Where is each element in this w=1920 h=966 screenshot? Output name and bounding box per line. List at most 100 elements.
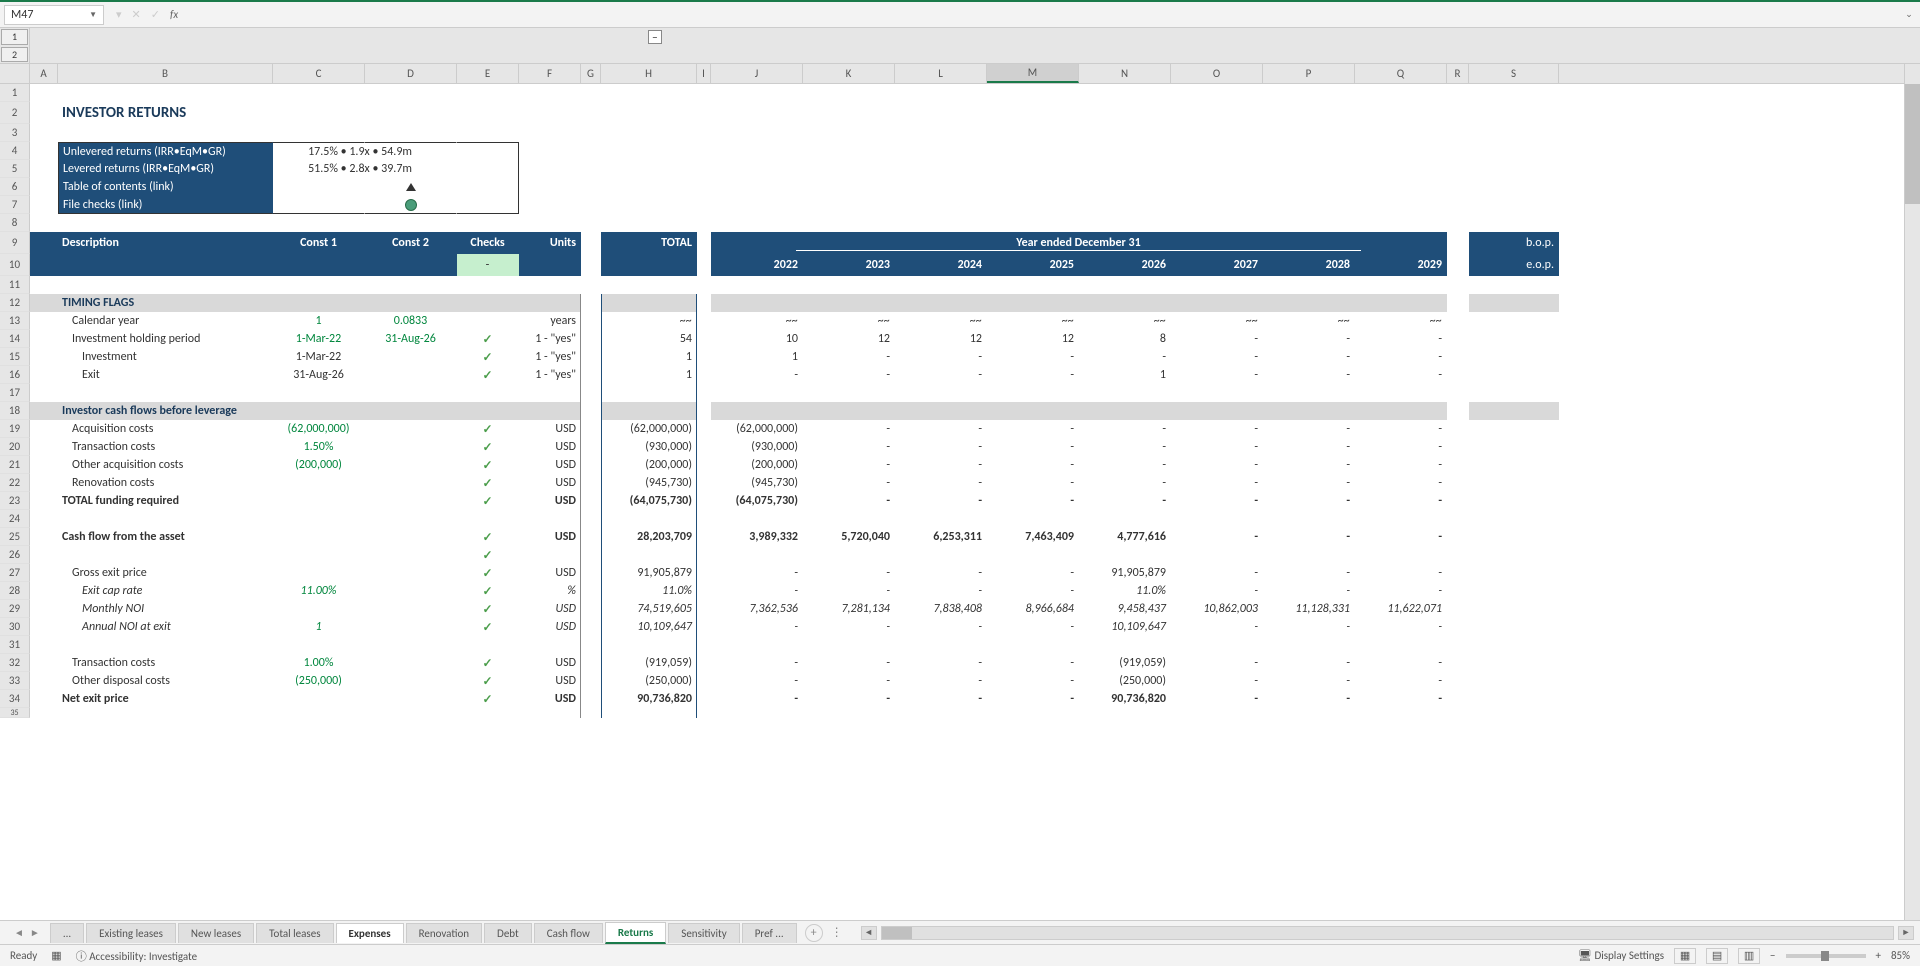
cell[interactable]: 28,203,709 xyxy=(601,528,697,546)
cell[interactable]: 10,862,003 xyxy=(1171,600,1263,618)
row-header[interactable]: 32 xyxy=(0,654,30,672)
cell[interactable]: 10 xyxy=(711,330,803,348)
row-header[interactable]: 2 xyxy=(0,102,30,124)
cell[interactable]: - xyxy=(1355,438,1447,456)
cell[interactable]: - xyxy=(1355,348,1447,366)
col-header-A[interactable]: A xyxy=(30,64,58,83)
cell[interactable]: - xyxy=(1263,690,1355,708)
cell[interactable]: - xyxy=(895,474,987,492)
cell[interactable]: - xyxy=(711,654,803,672)
cell[interactable]: 9,458,437 xyxy=(1079,600,1171,618)
row-header[interactable]: 10 xyxy=(0,254,30,276)
cell[interactable]: 12 xyxy=(987,330,1079,348)
cell[interactable]: 1 - "yes" xyxy=(519,366,581,384)
cell[interactable]: - xyxy=(987,690,1079,708)
cell[interactable]: USD xyxy=(519,600,581,618)
cell[interactable]: % xyxy=(519,582,581,600)
cell[interactable]: 1.50% xyxy=(273,438,365,456)
outline-collapse-icon[interactable]: − xyxy=(648,30,662,44)
cell[interactable]: - xyxy=(987,654,1079,672)
scroll-right-icon[interactable]: ► xyxy=(1898,926,1914,940)
cell[interactable]: - xyxy=(895,366,987,384)
cell[interactable]: - xyxy=(1263,582,1355,600)
cell[interactable]: 31-Aug-26 xyxy=(365,330,457,348)
row-header[interactable]: 29 xyxy=(0,600,30,618)
cell[interactable]: - xyxy=(711,564,803,582)
outline-level-1[interactable]: 1 xyxy=(1,29,28,45)
cell[interactable]: 7,281,134 xyxy=(803,600,895,618)
cell[interactable]: USD xyxy=(519,438,581,456)
col-header-R[interactable]: R xyxy=(1447,64,1469,83)
col-header-H[interactable]: H xyxy=(601,64,697,83)
cell[interactable]: - xyxy=(1079,438,1171,456)
cell[interactable]: ~~ xyxy=(1079,312,1171,330)
cell[interactable]: - xyxy=(1355,582,1447,600)
cell[interactable]: - xyxy=(711,672,803,690)
cell[interactable]: - xyxy=(1079,492,1171,510)
row-header[interactable]: 18 xyxy=(0,402,30,420)
cell[interactable]: - xyxy=(803,456,895,474)
cell[interactable]: 1 xyxy=(601,348,697,366)
cell[interactable]: - xyxy=(987,456,1079,474)
cell[interactable]: USD xyxy=(519,474,581,492)
cell[interactable]: 90,736,820 xyxy=(601,690,697,708)
cell[interactable]: (919,059) xyxy=(601,654,697,672)
cell[interactable]: ~~ xyxy=(601,312,697,330)
cell[interactable]: - xyxy=(1263,474,1355,492)
cell[interactable]: 1 xyxy=(273,618,365,636)
col-header-D[interactable]: D xyxy=(365,64,457,83)
display-settings[interactable]: 🖥 Display Settings xyxy=(1578,949,1664,962)
sheet-tab-sensitivity[interactable]: Sensitivity xyxy=(668,923,739,943)
sheet-tab-renovation[interactable]: Renovation xyxy=(406,923,482,943)
cell[interactable]: - xyxy=(1263,438,1355,456)
cell[interactable]: - xyxy=(1079,456,1171,474)
cell[interactable]: - xyxy=(1171,330,1263,348)
cell[interactable]: 1 xyxy=(1079,366,1171,384)
cell[interactable]: (930,000) xyxy=(711,438,803,456)
col-header-G[interactable]: G xyxy=(581,64,601,83)
sheet-tab-returns[interactable]: Returns xyxy=(605,922,666,944)
sheet-tab-expenses[interactable]: Expenses xyxy=(336,923,404,943)
col-header-P[interactable]: P xyxy=(1263,64,1355,83)
cell[interactable]: 1 - "yes" xyxy=(519,330,581,348)
cell[interactable]: - xyxy=(1079,348,1171,366)
cell[interactable]: (200,000) xyxy=(601,456,697,474)
cell[interactable]: 31-Aug-26 xyxy=(273,366,365,384)
col-header-O[interactable]: O xyxy=(1171,64,1263,83)
cell[interactable]: USD xyxy=(519,420,581,438)
cell[interactable]: - xyxy=(1355,330,1447,348)
view-page-break-icon[interactable]: ▥ xyxy=(1738,948,1760,964)
vertical-scrollbar[interactable] xyxy=(1904,64,1920,920)
col-header-F[interactable]: F xyxy=(519,64,581,83)
zoom-slider[interactable] xyxy=(1786,954,1866,958)
cell[interactable]: 1-Mar-22 xyxy=(273,330,365,348)
row-header[interactable]: 25 xyxy=(0,528,30,546)
cell[interactable]: - xyxy=(1171,564,1263,582)
row-header[interactable]: 14 xyxy=(0,330,30,348)
cell[interactable]: 1 xyxy=(601,366,697,384)
cell[interactable]: - xyxy=(1171,420,1263,438)
cell[interactable]: ~~ xyxy=(895,312,987,330)
sheet-tab-pref[interactable]: Pref ... xyxy=(742,923,797,943)
cell[interactable]: USD xyxy=(519,456,581,474)
cell[interactable]: - xyxy=(895,618,987,636)
cell[interactable]: USD xyxy=(519,564,581,582)
add-sheet-button[interactable]: + xyxy=(805,924,823,942)
cell[interactable]: 1-Mar-22 xyxy=(273,348,365,366)
row-header[interactable]: 21 xyxy=(0,456,30,474)
cell[interactable]: - xyxy=(987,672,1079,690)
row-header[interactable]: 22 xyxy=(0,474,30,492)
row-header[interactable]: 15 xyxy=(0,348,30,366)
cell[interactable]: - xyxy=(803,690,895,708)
row-header[interactable]: 27 xyxy=(0,564,30,582)
cell[interactable]: USD xyxy=(519,690,581,708)
cell[interactable]: - xyxy=(1355,474,1447,492)
cell[interactable]: - xyxy=(1079,474,1171,492)
cell[interactable]: - xyxy=(895,348,987,366)
cell[interactable]: - xyxy=(1171,582,1263,600)
cell[interactable]: - xyxy=(1355,618,1447,636)
row-header[interactable]: 24 xyxy=(0,510,30,528)
cell[interactable]: 1.00% xyxy=(273,654,365,672)
row-header[interactable]: 11 xyxy=(0,276,30,294)
cell[interactable]: - xyxy=(1355,690,1447,708)
